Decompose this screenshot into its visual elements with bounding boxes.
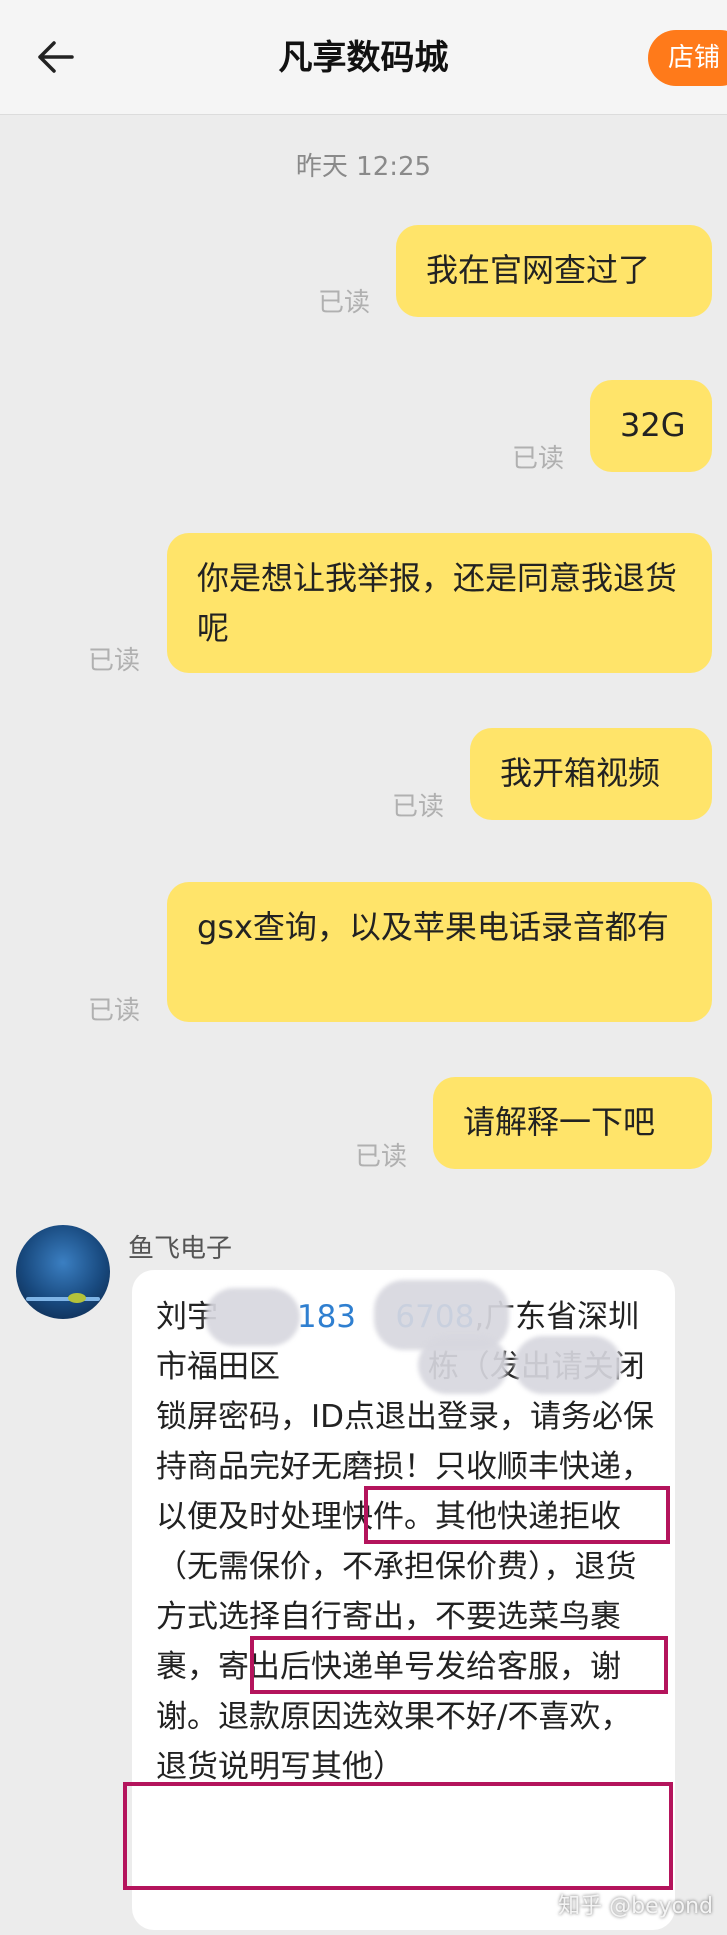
message-text: 你是想让我举报，还是同意我退货呢 [197, 559, 678, 647]
message-text: 我开箱视频 [500, 754, 661, 792]
read-status: 已读 [88, 996, 141, 1026]
read-status: 已读 [355, 1142, 408, 1172]
outgoing-message[interactable]: gsx查询，以及苹果电话录音都有 [167, 882, 712, 1022]
outgoing-message[interactable]: 我在官网查过了 [396, 225, 712, 317]
outgoing-message[interactable]: 我开箱视频 [470, 728, 712, 820]
read-status: 已读 [318, 288, 371, 318]
message-text: 32G [620, 406, 686, 444]
highlighted-text: 只收顺丰快递， [435, 1449, 652, 1485]
read-status: 已读 [512, 444, 565, 474]
privacy-blur [418, 1336, 508, 1394]
message-timestamp: 昨天 12:25 [295, 152, 432, 182]
highlight-box [364, 1486, 670, 1544]
message-text: gsx查询，以及苹果电话录音都有 [197, 908, 669, 946]
highlight-box [250, 1636, 668, 1694]
message-text: 请解释一下吧 [463, 1103, 656, 1141]
outgoing-message[interactable]: 请解释一下吧 [433, 1077, 712, 1169]
outgoing-message[interactable]: 32G [590, 380, 712, 472]
read-status: 已读 [392, 792, 445, 822]
avatar-fish-shape [68, 1293, 86, 1303]
highlight-box [123, 1782, 673, 1890]
read-status: 已读 [88, 646, 141, 676]
avatar-light-streak [26, 1297, 100, 1301]
sender-name: 鱼飞电子 [128, 1234, 233, 1264]
outgoing-message[interactable]: 你是想让我举报，还是同意我退货呢 [167, 533, 712, 673]
shop-button[interactable]: 店铺 [648, 30, 727, 86]
message-text: 我在官网查过了 [426, 251, 651, 289]
top-bar: 凡享数码城 店铺 [0, 0, 727, 115]
privacy-blur [205, 1288, 300, 1346]
privacy-blur [514, 1336, 622, 1394]
page-title: 凡享数码城 [278, 38, 449, 78]
sender-avatar[interactable] [16, 1225, 110, 1319]
watermark: 知乎 @beyond [558, 1894, 713, 1919]
